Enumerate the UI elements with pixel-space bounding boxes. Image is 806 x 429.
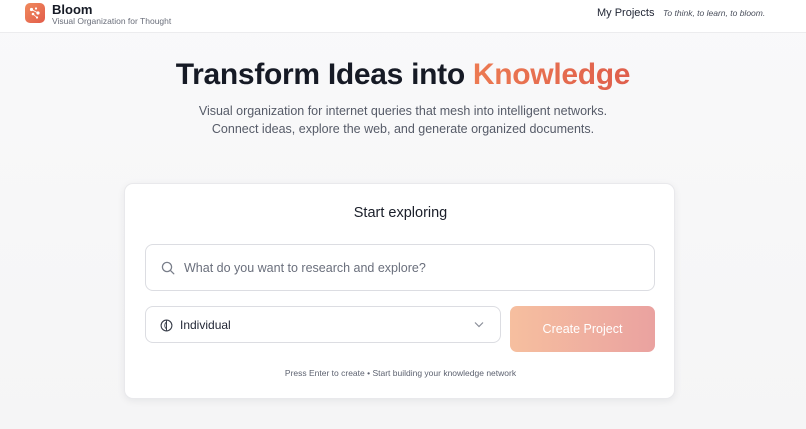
header-tagline: To think, to learn, to bloom. xyxy=(663,8,766,18)
mode-selected-value: Individual xyxy=(180,318,231,332)
individual-mode-icon xyxy=(160,319,173,332)
bloom-logo-icon[interactable] xyxy=(25,3,45,23)
hero-subtitle: Visual organization for internet queries… xyxy=(198,104,608,136)
hero-title-accent: Knowledge xyxy=(472,58,631,91)
page: Bloom Visual Organization for Thought My… xyxy=(0,0,806,429)
search-icon xyxy=(161,261,175,275)
brand-tagline: Visual Organization for Thought xyxy=(52,16,172,26)
chevron-down-icon xyxy=(474,322,484,328)
hero-title-prefix: Transform Ideas into xyxy=(175,58,473,91)
keyboard-hint: Press Enter to create • Start building y… xyxy=(284,368,517,378)
search-field[interactable] xyxy=(145,244,655,291)
mode-select[interactable]: Individual xyxy=(145,306,501,343)
top-header: Bloom Visual Organization for Thought My… xyxy=(0,0,806,33)
search-input[interactable] xyxy=(184,246,644,289)
brand-name[interactable]: Bloom xyxy=(52,2,92,17)
start-exploring-card: Start exploring Individual Create Projec… xyxy=(124,183,675,399)
create-project-button[interactable]: Create Project xyxy=(510,306,655,352)
hero-title: Transform Ideas into Knowledge xyxy=(0,58,806,92)
my-projects-link[interactable]: My Projects xyxy=(597,7,654,19)
card-title: Start exploring xyxy=(353,205,448,221)
